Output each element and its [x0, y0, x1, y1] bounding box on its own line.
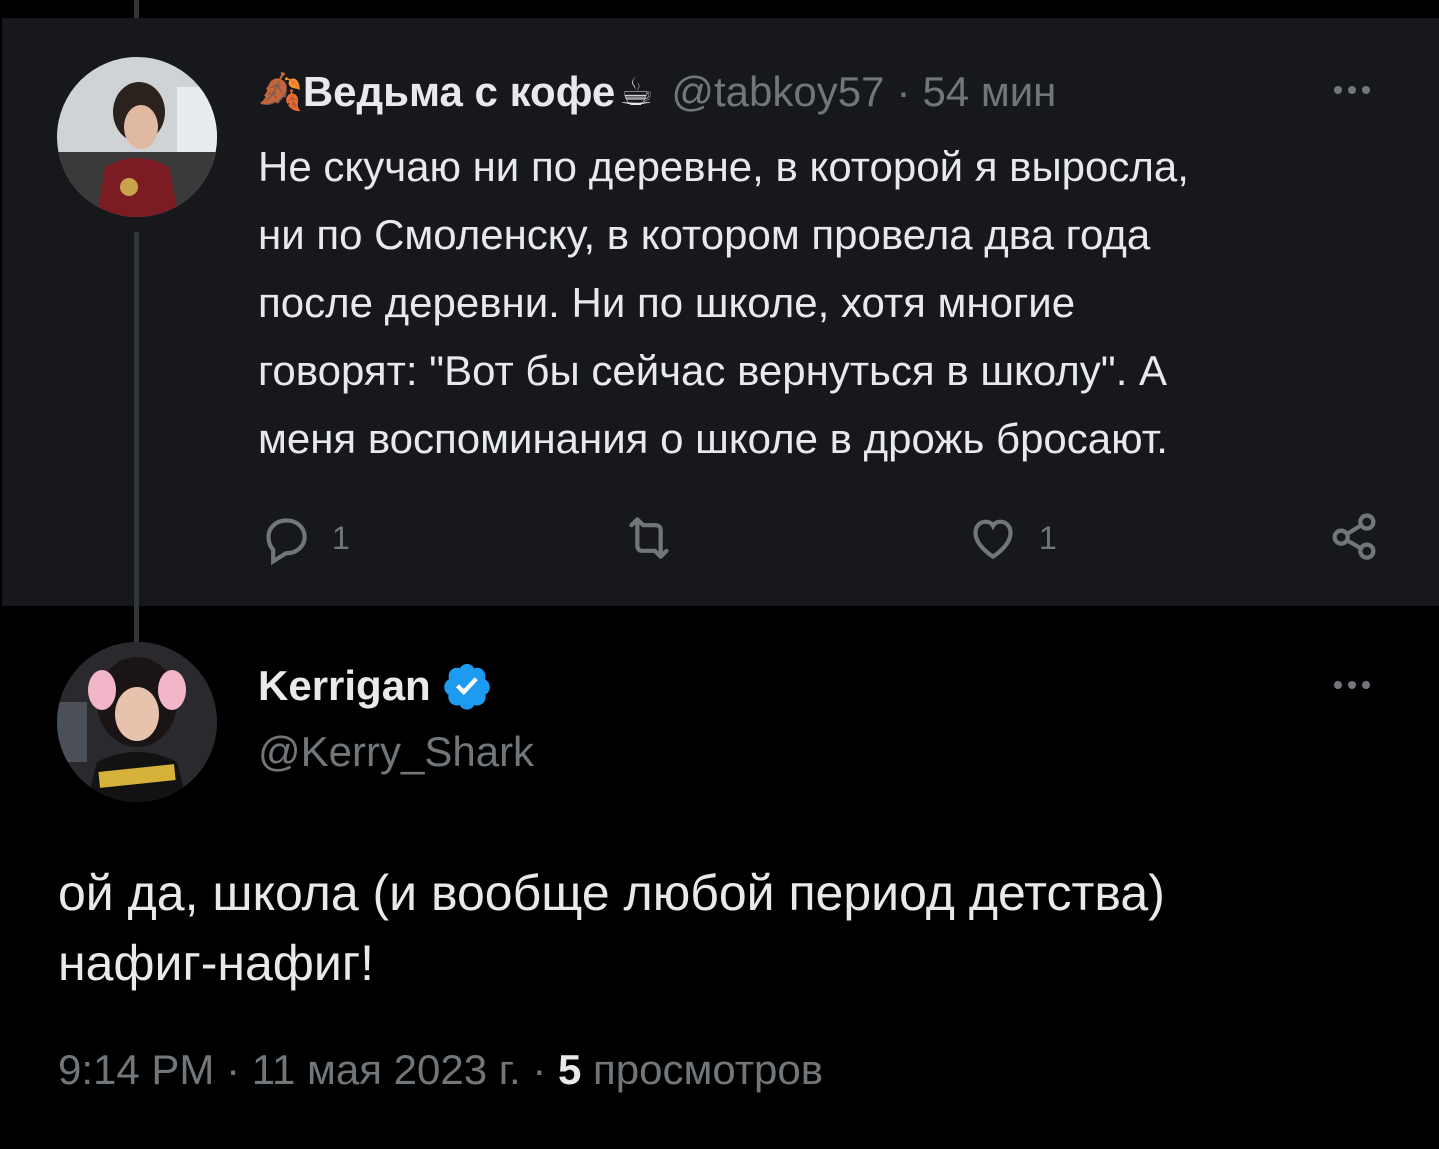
avatar-kerry-shark[interactable] [57, 642, 217, 802]
verified-badge-icon [443, 663, 490, 710]
views-label: просмотров [593, 1046, 824, 1093]
reply-icon [266, 518, 307, 566]
avatar-tabkoy57[interactable] [57, 57, 217, 217]
like-icon [973, 519, 1013, 560]
user-handle[interactable]: @tabkoy57 [671, 68, 884, 116]
separator-dot: · [226, 1046, 241, 1093]
tweet-text: ой да, школа (и вообще любой период детс… [58, 865, 1165, 991]
display-name[interactable]: Kerrigan [258, 662, 431, 710]
reply-button[interactable]: 1 [258, 510, 350, 566]
parent-tweet-header: 🍂 Ведьма с кофе ☕ @tabkoy57 · 54 мин [258, 66, 1056, 118]
leaf-emoji-icon: 🍂 [258, 71, 303, 112]
tweet-timestamp[interactable]: 54 мин [922, 68, 1056, 116]
coffee-emoji-icon: ☕ [619, 71, 654, 114]
main-tweet-header: Kerrigan [258, 660, 493, 712]
share-icon [1332, 513, 1376, 560]
retweet-icon [629, 517, 669, 559]
display-name[interactable]: Ведьма с кофе [303, 68, 615, 116]
thread-line-middle [134, 232, 139, 642]
more-icon[interactable] [1334, 86, 1370, 94]
tweet-meta: 9:14 PM · 11 мая 2023 г. · 5 просмотров [58, 1046, 823, 1094]
user-handle[interactable]: @Kerry_Shark [258, 728, 534, 776]
tweet-date[interactable]: 11 мая 2023 г. [252, 1046, 521, 1093]
separator-dot: · [532, 1046, 547, 1093]
like-count: 1 [1039, 519, 1057, 556]
views-count: 5 [558, 1046, 582, 1093]
more-icon[interactable] [1334, 681, 1370, 689]
tweet-text: Не скучаю ни по деревне, в которой я выр… [258, 143, 1189, 462]
retweet-button[interactable] [620, 510, 678, 566]
share-button[interactable] [1326, 508, 1382, 564]
separator-dot: · [896, 68, 911, 115]
tweet-time[interactable]: 9:14 PM [58, 1046, 214, 1093]
like-button[interactable]: 1 [965, 510, 1057, 566]
reply-count: 1 [332, 519, 350, 556]
